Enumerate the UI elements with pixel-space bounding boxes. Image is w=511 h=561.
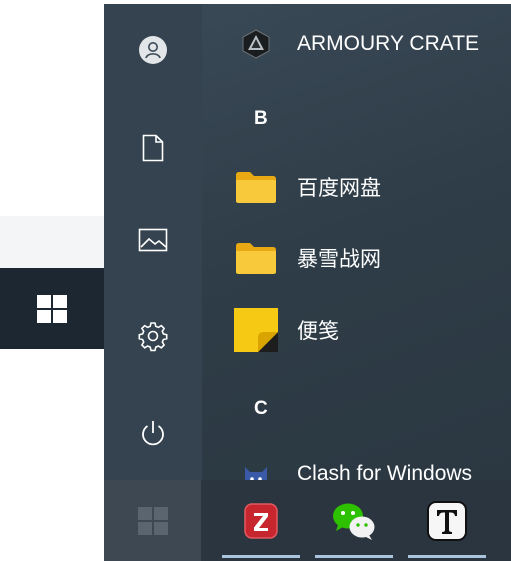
app-label: ARMOURY CRATE xyxy=(297,32,480,55)
armoury-crate-icon xyxy=(234,22,278,66)
gear-icon xyxy=(138,322,168,352)
power-icon xyxy=(142,421,164,446)
documents-button[interactable] xyxy=(104,118,202,178)
taskbar-item-zotero[interactable] xyxy=(216,480,306,561)
taskbar-item-wechat[interactable] xyxy=(309,480,399,561)
app-label: Clash for Windows xyxy=(297,462,473,480)
section-letter-c[interactable]: C xyxy=(254,398,268,420)
clash-cat-icon xyxy=(234,452,278,480)
taskbar-start-button[interactable] xyxy=(104,480,201,561)
app-label: 暴雪战网 xyxy=(297,248,381,271)
app-item-armoury-crate[interactable]: ARMOURY CRATE xyxy=(202,16,511,72)
wechat-icon xyxy=(333,503,375,540)
settings-button[interactable] xyxy=(104,306,202,366)
active-indicator xyxy=(222,555,300,558)
document-icon xyxy=(142,134,164,162)
windows-logo-icon xyxy=(37,294,67,323)
active-indicator xyxy=(315,555,393,558)
taskbar-item-typora[interactable] xyxy=(402,480,492,561)
start-button-fragment[interactable] xyxy=(0,268,104,349)
section-letter-b[interactable]: B xyxy=(254,108,268,130)
folder-icon xyxy=(234,165,278,209)
start-menu-rail xyxy=(104,4,202,480)
app-list: ARMOURY CRATE B 百度网盘 暴雪战网 便笺 C Clash for… xyxy=(202,4,511,480)
power-button[interactable] xyxy=(104,404,202,464)
app-label: 便笺 xyxy=(297,320,339,343)
app-item-baidu-netdisk[interactable]: 百度网盘 xyxy=(202,159,511,215)
taskbar xyxy=(104,480,511,561)
app-item-sticky-notes[interactable]: 便笺 xyxy=(202,302,511,358)
picture-icon xyxy=(138,228,168,252)
app-label: 百度网盘 xyxy=(297,177,381,200)
app-item-battle-net[interactable]: 暴雪战网 xyxy=(202,230,511,286)
active-indicator xyxy=(408,555,486,558)
sticky-notes-icon xyxy=(234,308,278,352)
start-menu: ARMOURY CRATE B 百度网盘 暴雪战网 便笺 C Clash for… xyxy=(104,4,511,480)
desktop-background-strip xyxy=(0,216,104,268)
windows-logo-icon xyxy=(137,506,168,535)
pictures-button[interactable] xyxy=(104,210,202,270)
user-account-button[interactable] xyxy=(104,20,202,80)
zotero-icon xyxy=(244,502,278,539)
typora-icon xyxy=(427,500,467,541)
folder-icon xyxy=(234,236,278,280)
user-icon xyxy=(139,36,167,64)
app-item-clash-for-windows[interactable]: Clash for Windows xyxy=(202,446,511,480)
